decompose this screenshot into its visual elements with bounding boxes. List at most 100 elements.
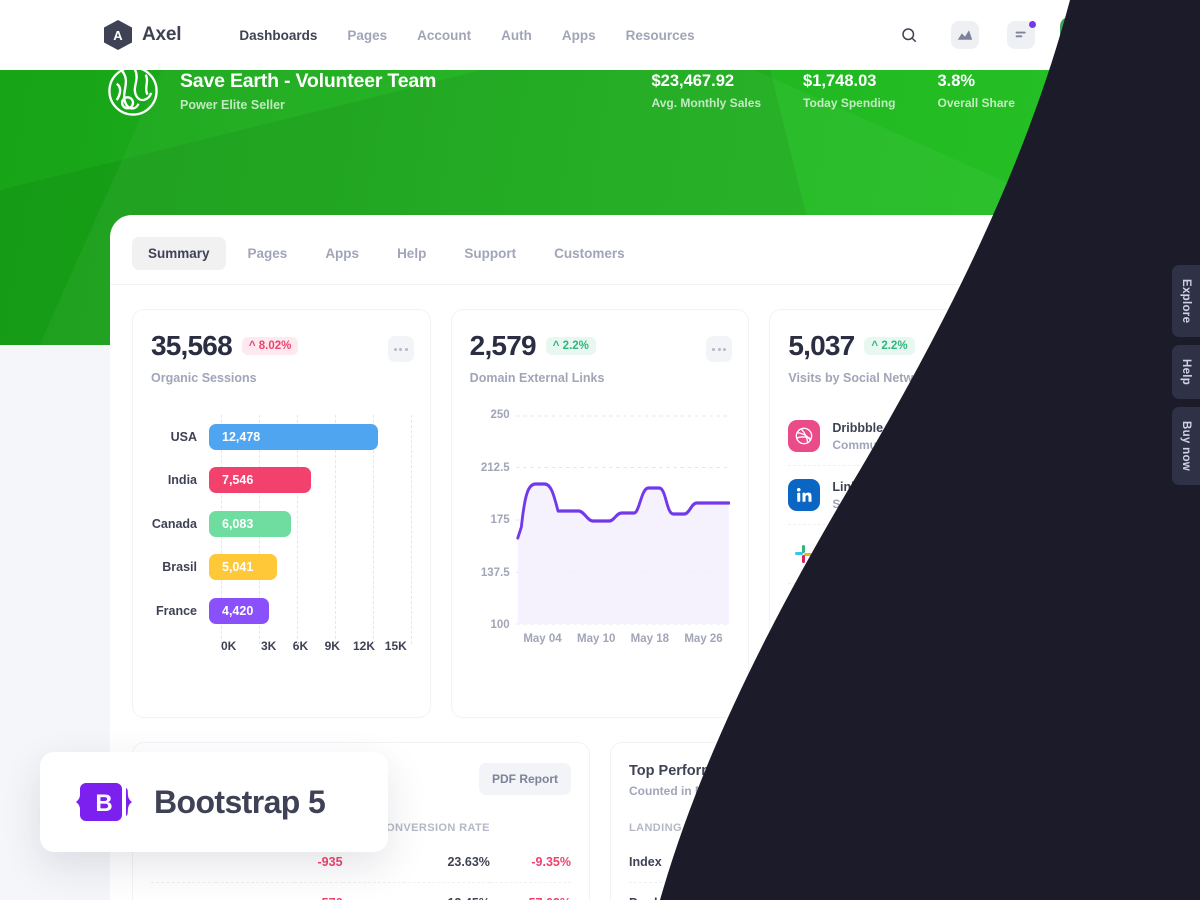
kpi-label: Organic Sessions (151, 371, 257, 385)
bar-chart: USA 12,478 India 7,546 Canada 6,083 Bras… (151, 415, 412, 670)
stat-value: $1,748.03 (803, 72, 877, 90)
stat-7-days: -7.4% 7 Days (1057, 72, 1100, 110)
nav-link-pages[interactable]: Pages (347, 28, 387, 43)
list-item-value: 978 (967, 605, 992, 621)
card-header: 5,037 ^ 2.2% Visits by Social Networks (788, 330, 1049, 385)
card-title: Top Performing Pages (629, 763, 783, 779)
top-navigation: A Axel Dashboards Pages Account Auth App… (0, 0, 1200, 70)
tab-pages[interactable]: Pages (232, 237, 304, 270)
card-menu-button[interactable] (387, 336, 414, 362)
cell-position: 2.63 (971, 855, 996, 869)
nav-link-resources[interactable]: Resources (626, 28, 695, 43)
bar-value: 7,546 (209, 467, 311, 494)
list-item[interactable]: Slack Messanger 794 ^0.2% (788, 525, 1050, 584)
x-tick: May 04 (523, 633, 562, 645)
cell-clicks-delta: -576 (844, 882, 890, 900)
list-item-subtitle: Social Network (832, 673, 919, 688)
cell-sessions (215, 882, 294, 900)
hero-titles: Save Earth - Volunteer Team Power Elite … (180, 70, 436, 112)
tab-support[interactable]: Support (448, 237, 532, 270)
kpi-label: Visits by Social Networks (788, 371, 940, 385)
cell-rate: 12.45% (342, 882, 490, 900)
card-header: Top Performing Pages Counted in Millions… (629, 763, 1049, 798)
cell-position-delta: -1.35 (1020, 855, 1050, 869)
bar-value: 6,083 (209, 510, 292, 537)
bar-value: 12,478 (209, 423, 378, 450)
list-item-subtitle: Social Media (832, 496, 906, 511)
bar-label: Brasil (162, 560, 197, 575)
column-clicks-delta (845, 814, 890, 842)
nav-link-auth[interactable]: Auth (501, 28, 532, 43)
stat-label: Today Spending (803, 96, 896, 110)
bar-label: USA (170, 429, 197, 444)
card-menu-button[interactable] (706, 336, 733, 362)
list-item-value: 1,458 (955, 664, 992, 680)
column-position-delta (996, 814, 1049, 842)
list-item-value: 794 (967, 546, 992, 562)
side-tab-buy-now[interactable]: Buy now (1172, 407, 1200, 486)
table-row[interactable]: Products 446 -576 1.45 0.32 (629, 882, 1049, 900)
kpi-value: 35,568 (151, 330, 233, 361)
list-item[interactable]: Dribbble Community 579 ^2.6% (788, 407, 1050, 466)
nav-link-apps[interactable]: Apps (562, 28, 596, 43)
kpi-label: Domain External Links (469, 371, 605, 385)
list-item[interactable]: YouTube Video Channel 978 ^4.1% (788, 584, 1050, 643)
table-row[interactable]: Index 1,256 -935 2.63 -1.35 (629, 842, 1049, 883)
stat-value: 3.8% (937, 72, 976, 90)
y-tick: 100 (490, 619, 510, 631)
avatar[interactable] (1060, 17, 1096, 53)
nav-link-dashboards[interactable]: Dashboards (239, 28, 317, 43)
line-chart-y-axis: 250 212.5 175 137.5 100 (470, 409, 510, 631)
pdf-report-button[interactable]: PDF Report (479, 763, 571, 795)
nav-link-account[interactable]: Account (417, 28, 471, 43)
tab-apps[interactable]: Apps (309, 237, 375, 270)
chart-icon[interactable] (948, 18, 982, 52)
tab-summary[interactable]: Summary (132, 237, 226, 270)
x-tick: May 18 (630, 633, 670, 645)
stat-value: $23,467.92 (651, 72, 735, 90)
side-tab-help[interactable]: Help (1172, 345, 1200, 400)
page-subtitle: Power Elite Seller (180, 98, 285, 112)
side-tabs: Explore Help Buy now (1172, 265, 1200, 486)
card-social-networks: 5,037 ^ 2.2% Visits by Social Networks D… (769, 309, 1069, 718)
stat-overall-share: 3.8% Overall Share (938, 72, 1057, 110)
list-item[interactable]: Instagram Social Network 1,458 ^8.3% (788, 643, 1050, 701)
card-menu-button[interactable] (1025, 336, 1052, 362)
kpi-row: 5,037 ^ 2.2% (788, 330, 939, 362)
table-row[interactable]: -576 12.45% -57.02% (151, 882, 571, 900)
bar-value: 5,041 (209, 554, 278, 581)
kpi-delta-badge: ^ 8.02% (241, 337, 299, 355)
kpi-delta-badge: ^ 2.2% (864, 337, 915, 355)
cell-clicks: 1,256 (813, 855, 845, 869)
list-item-subtitle: Video Channel (832, 614, 916, 629)
table-header-row: LANDING PAGE CLICKS AVG. POSITION (629, 814, 1049, 842)
side-tab-explore[interactable]: Explore (1172, 265, 1200, 338)
list-item[interactable]: Linked In Social Media 1,088 ˅0.4% (788, 466, 1050, 525)
brand[interactable]: A Axel (104, 20, 182, 50)
x-tick: May 10 (577, 633, 616, 645)
cell-page: Products (629, 882, 792, 900)
bootstrap-label: Bootstrap 5 (154, 783, 326, 820)
bootstrap-promo-card[interactable]: B Bootstrap 5 (40, 752, 388, 852)
notification-badge (1029, 21, 1036, 28)
pdf-report-button[interactable]: PDF Report (957, 763, 1049, 795)
arrow-up-icon: ^ (871, 340, 879, 352)
cell-position: 1.45 (889, 882, 996, 900)
tab-help[interactable]: Help (381, 237, 442, 270)
list-item-delta: ^2.6% (1001, 427, 1050, 445)
linkedin-icon (788, 479, 821, 511)
nav-links: Dashboards Pages Account Auth Apps Resou… (239, 28, 694, 43)
tab-customers[interactable]: Customers (538, 237, 641, 270)
table-card-performing-pages: Top Performing Pages Counted in Millions… (610, 742, 1068, 900)
stat-today-spending: $1,748.03 Today Spending (803, 72, 937, 110)
cell-rate-delta: -57.02% (489, 882, 571, 900)
earth-icon (104, 62, 162, 120)
search-icon[interactable] (892, 18, 926, 52)
card-subtitle: Counted in Millions (629, 784, 740, 798)
kpi-value: 2,579 (469, 330, 537, 361)
cell-source (151, 882, 216, 900)
notifications-icon[interactable] (1004, 18, 1038, 52)
list-item-title: YouTube (832, 597, 884, 612)
arrow-up-icon: ^ (248, 340, 256, 352)
y-tick: 250 (490, 409, 510, 421)
